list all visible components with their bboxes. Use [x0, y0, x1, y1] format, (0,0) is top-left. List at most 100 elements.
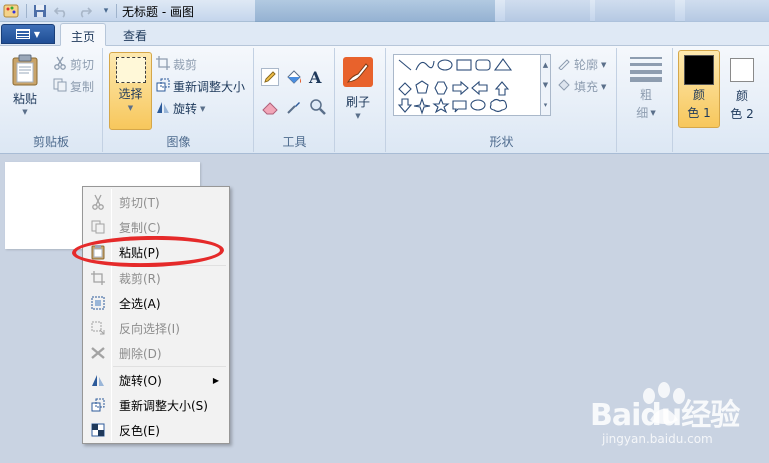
shapes-gallery[interactable]	[393, 54, 541, 116]
image-group-label: 图像	[166, 135, 191, 149]
qa-separator	[26, 4, 27, 18]
copy-icon	[53, 78, 67, 95]
tab-view[interactable]: 查看	[112, 23, 158, 46]
color2-swatch	[730, 58, 754, 82]
ribbon-tab-row: ▼ 主页 查看	[0, 22, 769, 46]
chevron-down-icon: ▼	[650, 108, 656, 117]
color2-button[interactable]: 颜 色 2	[724, 50, 760, 128]
crop-button[interactable]: 裁剪	[156, 56, 197, 73]
paint-menu-button[interactable]: ▼	[1, 24, 55, 44]
color2-label-1: 颜	[735, 89, 748, 103]
fill-icon	[557, 78, 571, 95]
rotate-button[interactable]: 旋转 ▼	[156, 100, 205, 117]
paste-label: 粘贴	[12, 92, 37, 106]
tools-group: A 工具	[255, 48, 335, 152]
menu-item-invert-selection[interactable]: 反向选择(I)	[85, 316, 227, 340]
outline-button[interactable]: 轮廓 ▼	[557, 56, 606, 73]
cut-button[interactable]: 剪切	[53, 56, 94, 73]
menu-item-select-all[interactable]: 全选(A)	[85, 291, 227, 315]
color-picker-icon[interactable]	[285, 98, 303, 116]
brushes-group: 刷子 ▼	[336, 48, 386, 152]
menu-separator	[113, 366, 226, 367]
brushes-label: 刷子	[345, 95, 370, 109]
fill-button[interactable]: 填充 ▼	[557, 78, 606, 95]
menu-item-resize[interactable]: 重新调整大小(S)	[85, 393, 227, 417]
magnifier-icon[interactable]	[309, 98, 327, 116]
paste-icon	[10, 54, 40, 89]
menu-item-label: 裁剪(R)	[119, 271, 161, 286]
color2-label-2: 色 2	[730, 107, 754, 121]
paste-button[interactable]: 粘贴 ▼	[10, 54, 40, 116]
clipboard-group: 粘贴 ▼ 剪切 复制 剪贴板	[0, 48, 103, 152]
image-group: 选择 ▼ 裁剪 重新调整大小 旋转 ▼ 图像	[104, 48, 254, 152]
fill-label: 填充	[574, 80, 599, 94]
chevron-down-icon: ▼	[601, 60, 607, 69]
chevron-down-icon: ▼	[601, 82, 607, 91]
crop-icon	[156, 56, 170, 73]
resize-label: 重新调整大小	[173, 80, 246, 94]
menu-item-label: 全选(A)	[119, 296, 161, 311]
background-window-tab	[685, 0, 769, 22]
shapes-gallery-scroll[interactable]: ▲ ▼ ▾	[541, 54, 551, 116]
menu-item-cut[interactable]: 剪切(T)	[85, 190, 227, 214]
size-group: 粗 细 ▼	[618, 48, 673, 152]
menu-item-delete[interactable]: 删除(D)	[85, 341, 227, 365]
title-bar: ▾ 无标题 - 画图	[0, 0, 769, 22]
color1-label-1: 颜	[692, 88, 705, 102]
tab-home[interactable]: 主页	[60, 23, 106, 46]
context-menu: 剪切(T) 复制(C) 粘贴(P) 裁剪(R) 全选(A) 反向选择(I) 删除…	[82, 186, 230, 444]
menu-lines-icon	[15, 29, 30, 39]
color1-label-2: 色 1	[687, 106, 711, 120]
menu-item-label: 复制(C)	[119, 220, 161, 235]
chevron-down-icon: ▼	[355, 112, 361, 120]
menu-item-label: 反向选择(I)	[119, 321, 180, 336]
clipboard-group-label: 剪贴板	[32, 135, 69, 149]
menu-item-crop[interactable]: 裁剪(R)	[85, 266, 227, 290]
watermark-brand: Baidu经验	[590, 398, 740, 433]
size-button[interactable]: 粗 细 ▼	[630, 56, 662, 121]
pencil-icon[interactable]	[261, 68, 279, 86]
ribbon: 粘贴 ▼ 剪切 复制 剪贴板 选择 ▼ 裁剪 重新调整大小 旋转 ▼ 图像 A …	[0, 46, 769, 154]
menu-item-label: 剪切(T)	[119, 195, 160, 210]
outline-icon	[557, 56, 571, 73]
cut-label: 剪切	[70, 58, 95, 72]
save-icon[interactable]	[32, 3, 48, 19]
rotate-icon	[156, 100, 170, 117]
invert-selection-icon	[85, 321, 111, 335]
crop-label: 裁剪	[173, 58, 198, 72]
customize-icon[interactable]: ▾	[98, 3, 114, 19]
qa-separator	[116, 4, 117, 18]
select-rectangle-icon	[115, 57, 146, 83]
menu-item-label: 反色(E)	[119, 423, 160, 438]
fill-bucket-icon[interactable]	[285, 68, 303, 86]
resize-icon	[85, 398, 111, 412]
text-tool-icon[interactable]: A	[309, 68, 321, 87]
submenu-arrow-icon: ▶	[212, 375, 219, 385]
color1-swatch	[684, 55, 714, 85]
paint-app-icon[interactable]	[3, 3, 19, 19]
undo-icon[interactable]	[53, 3, 69, 19]
eraser-icon[interactable]	[261, 98, 279, 116]
size-label-2: 细	[636, 106, 649, 120]
select-all-icon	[85, 296, 111, 310]
window-title: 无标题 - 画图	[122, 5, 194, 19]
chevron-down-icon: ▼	[22, 108, 28, 116]
select-label: 选择	[118, 87, 143, 101]
crop-icon	[85, 271, 111, 285]
watermark: Baidu经验 jingyan.baidu.com	[590, 380, 765, 460]
shapes-group: ▲ ▼ ▾ 轮廓 ▼ 填充 ▼ 形状	[387, 48, 617, 152]
brushes-button[interactable]: 刷子 ▼	[342, 56, 374, 120]
menu-item-label: 删除(D)	[119, 346, 162, 361]
shapes-gallery-icons	[397, 58, 513, 115]
brush-icon	[342, 56, 374, 91]
scissors-icon	[53, 56, 67, 73]
background-window-tab	[595, 0, 675, 22]
menu-item-rotate[interactable]: 旋转(O) ▶	[85, 368, 227, 392]
resize-button[interactable]: 重新调整大小	[156, 78, 245, 95]
copy-button[interactable]: 复制	[53, 78, 94, 95]
redo-icon[interactable]	[77, 3, 93, 19]
color1-button[interactable]: 颜 色 1	[678, 50, 720, 128]
select-button[interactable]: 选择 ▼	[109, 52, 152, 130]
rotate-label: 旋转	[173, 102, 198, 116]
menu-item-invert-color[interactable]: 反色(E)	[85, 418, 227, 442]
